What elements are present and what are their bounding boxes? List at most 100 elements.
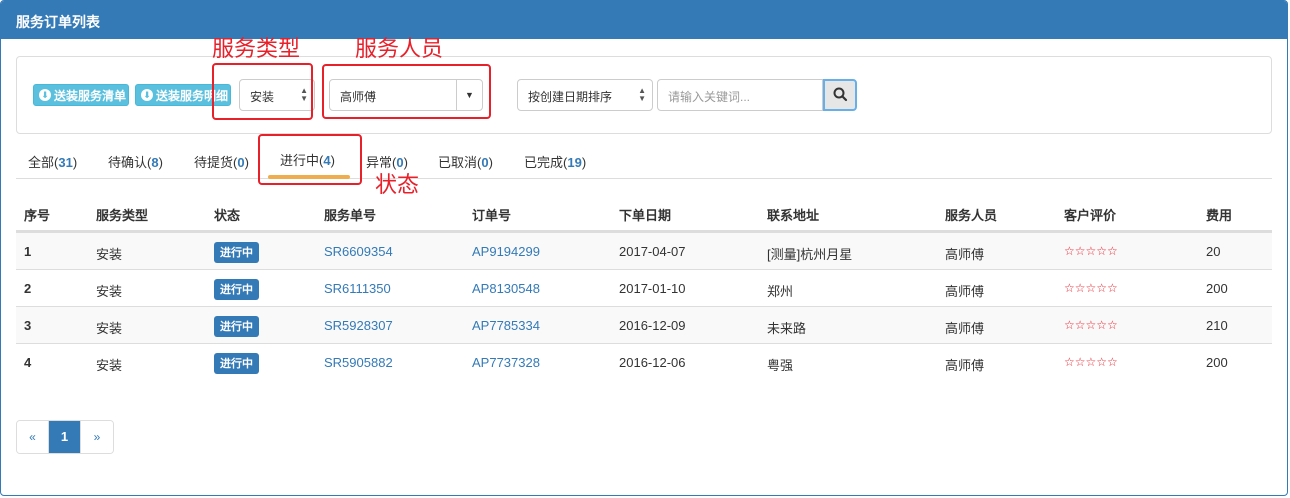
tab-label: 已完成(: [524, 155, 568, 170]
tab-label: 全部(: [28, 155, 59, 170]
rating-stars-icon[interactable]: ☆☆☆☆☆: [1064, 355, 1118, 369]
export-service-list-label: 送装服务清单: [54, 88, 127, 103]
order-date: 2017-04-07: [619, 244, 686, 259]
status-badge: 进行中: [214, 242, 259, 263]
annotation-service-person: 服务人员: [355, 36, 444, 61]
status-badge: 进行中: [214, 279, 259, 300]
tab-count: 31: [58, 155, 73, 170]
tab-close-paren: ): [158, 155, 163, 170]
fee: 200: [1206, 355, 1228, 370]
tab-count: 19: [567, 155, 582, 170]
order-number-link[interactable]: AP8130548: [472, 281, 540, 296]
tab-exception[interactable]: 异常(0): [366, 152, 408, 171]
search-button[interactable]: [823, 79, 857, 111]
col-header[interactable]: 订单号: [472, 205, 511, 224]
fee: 210: [1206, 318, 1228, 333]
service-type: 安装: [96, 284, 123, 299]
row-number: 4: [24, 355, 32, 370]
col-header[interactable]: 服务单号: [324, 205, 376, 224]
panel-title: 服务订单列表: [1, 1, 1287, 39]
col-header[interactable]: 服务人员: [945, 205, 997, 224]
status-badge: 进行中: [214, 353, 259, 374]
annotation-status: 状态: [375, 172, 420, 197]
service-person: 高师傅: [945, 247, 985, 262]
search-input[interactable]: 请输入关键词...: [657, 79, 823, 111]
annotation-box-service-type: [212, 63, 313, 120]
service-type: 安装: [96, 321, 123, 336]
tab-label: 已取消(: [438, 155, 482, 170]
service-type: 安装: [96, 358, 123, 373]
tab-count: 0: [396, 155, 404, 170]
row-number: 3: [24, 318, 32, 333]
pagination-prev-button[interactable]: «: [17, 421, 49, 453]
service-type: 安装: [96, 247, 123, 262]
tab-count: 8: [151, 155, 159, 170]
table-header-row: 序号 服务类型 状态 服务单号 订单号 下单日期 联系地址 服务人员 客户评价 …: [16, 196, 1272, 232]
orders-table: 序号 服务类型 状态 服务单号 订单号 下单日期 联系地址 服务人员 客户评价 …: [16, 196, 1272, 380]
order-date: 2016-12-06: [619, 355, 686, 370]
tab-cancelled[interactable]: 已取消(0): [438, 152, 493, 171]
tab-pending-confirm[interactable]: 待确认(8): [108, 152, 163, 171]
order-number-link[interactable]: AP7785334: [472, 318, 540, 333]
sort-value: 按创建日期排序: [528, 90, 613, 104]
service-person: 高师傅: [945, 358, 985, 373]
filter-toolbar: ⬇ 送装服务清单 ⬇ 送装服务明细 安装 ▲ ▼ 高师傅 ▼ 按创建日期排序 ▲ ▼…: [16, 56, 1272, 134]
order-date: 2016-12-09: [619, 318, 686, 333]
tab-count: 0: [237, 155, 245, 170]
status-badge: 进行中: [214, 316, 259, 337]
tab-label: 待提货(: [194, 155, 238, 170]
annotation-service-type: 服务类型: [212, 36, 301, 61]
contact-address: 未来路: [767, 321, 807, 336]
contact-address: [测量]杭州月星: [767, 247, 853, 262]
table-row[interactable]: 1 安装 进行中 SR6609354 AP9194299 2017-04-07 …: [16, 232, 1272, 269]
col-header[interactable]: 客户评价: [1064, 205, 1116, 224]
pagination-next-button[interactable]: »: [81, 421, 113, 453]
tab-all[interactable]: 全部(31): [28, 152, 77, 171]
tab-count: 0: [481, 155, 489, 170]
row-number: 2: [24, 281, 32, 296]
col-header[interactable]: 状态: [214, 205, 240, 224]
download-icon: ⬇: [141, 89, 153, 101]
contact-address: 郑州: [767, 284, 794, 299]
export-service-list-button[interactable]: ⬇ 送装服务清单: [33, 84, 129, 106]
col-header[interactable]: 序号: [24, 205, 50, 224]
service-number-link[interactable]: SR5928307: [324, 318, 393, 333]
rating-stars-icon[interactable]: ☆☆☆☆☆: [1064, 244, 1118, 258]
tab-close-paren: ): [244, 155, 249, 170]
tab-close-paren: ): [72, 155, 78, 170]
fee: 20: [1206, 244, 1221, 259]
col-header[interactable]: 联系地址: [767, 205, 819, 224]
col-header[interactable]: 服务类型: [96, 205, 148, 224]
col-header[interactable]: 费用: [1206, 205, 1232, 224]
order-date: 2017-01-10: [619, 281, 686, 296]
service-number-link[interactable]: SR6609354: [324, 244, 393, 259]
table-row[interactable]: 3 安装 进行中 SR5928307 AP7785334 2016-12-09 …: [16, 306, 1272, 343]
download-icon: ⬇: [39, 89, 51, 101]
order-number-link[interactable]: AP7737328: [472, 355, 540, 370]
order-number-link[interactable]: AP9194299: [472, 244, 540, 259]
status-tabs: 全部(31) 待确认(8) 待提货(0) 进行中(4) 异常(0) 已取消(0)…: [16, 140, 1272, 179]
pagination: « 1 »: [16, 420, 114, 454]
search-icon: [833, 87, 848, 102]
service-number-link[interactable]: SR5905882: [324, 355, 393, 370]
tab-pending-pickup[interactable]: 待提货(0): [194, 152, 249, 171]
annotation-box-service-person: [322, 64, 491, 119]
row-number: 1: [24, 244, 32, 259]
service-person: 高师傅: [945, 321, 985, 336]
tab-completed[interactable]: 已完成(19): [524, 152, 586, 171]
tab-label: 待确认(: [108, 155, 152, 170]
sort-select[interactable]: 按创建日期排序 ▲ ▼: [517, 79, 653, 111]
rating-stars-icon[interactable]: ☆☆☆☆☆: [1064, 281, 1118, 295]
service-number-link[interactable]: SR6111350: [324, 281, 391, 296]
tab-close-paren: ): [488, 155, 493, 170]
table-row[interactable]: 2 安装 进行中 SR6111350 AP8130548 2017-01-10 …: [16, 269, 1272, 306]
table-row[interactable]: 4 安装 进行中 SR5905882 AP7737328 2016-12-06 …: [16, 343, 1272, 380]
rating-stars-icon[interactable]: ☆☆☆☆☆: [1064, 318, 1118, 332]
contact-address: 粤强: [767, 358, 794, 373]
col-header[interactable]: 下单日期: [619, 205, 671, 224]
service-person: 高师傅: [945, 284, 985, 299]
tab-close-paren: ): [403, 155, 408, 170]
select-arrows-icon: ▲ ▼: [638, 86, 646, 103]
tab-close-paren: ): [581, 155, 587, 170]
pagination-page-button[interactable]: 1: [49, 421, 81, 453]
